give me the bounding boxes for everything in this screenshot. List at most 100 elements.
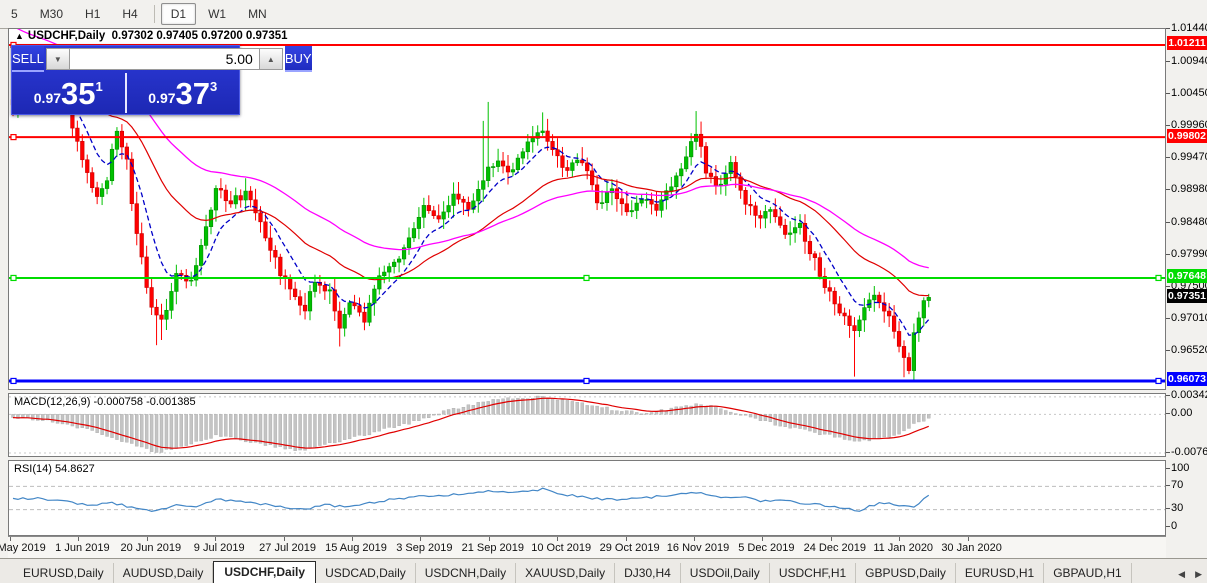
candle-body — [788, 233, 792, 235]
timeframe-button-m30[interactable]: M30 — [30, 3, 73, 25]
chart-tab-usdchf-h1[interactable]: USDCHF,H1 — [770, 563, 856, 583]
line-handle-left[interactable] — [11, 378, 16, 383]
line-handle-right[interactable] — [1156, 378, 1161, 383]
candle-body — [684, 157, 688, 169]
macd-histogram-bar — [165, 414, 168, 449]
chart-tab-usdcnh-daily[interactable]: USDCNH,Daily — [416, 563, 516, 583]
chart-tab-usdcad-daily[interactable]: USDCAD,Daily — [316, 563, 416, 583]
macd-histogram-bar — [333, 414, 336, 443]
candle-body — [204, 227, 208, 246]
chart-tab-usdchf-daily[interactable]: USDCHF,Daily — [213, 561, 316, 583]
candle-body — [422, 205, 426, 217]
candle-body — [902, 346, 906, 357]
macd-histogram-bar — [195, 414, 198, 441]
lot-increase-button[interactable]: ▲ — [259, 48, 283, 70]
tab-scroll-left-icon[interactable]: ◀ — [1173, 565, 1190, 583]
macd-histogram-bar — [269, 414, 272, 444]
price-axis-tick — [1166, 350, 1170, 351]
macd-histogram-bar — [888, 414, 891, 437]
macd-histogram-bar — [794, 414, 797, 427]
lot-size-input[interactable] — [70, 48, 259, 70]
timeframe-button-d1[interactable]: D1 — [161, 3, 196, 25]
macd-histogram-bar — [863, 414, 866, 440]
date-label: 15 Aug 2019 — [325, 542, 387, 554]
candle-body — [719, 184, 723, 185]
chart-tab-eurusd-h1[interactable]: EURUSD,H1 — [956, 563, 1044, 583]
lot-decrease-button[interactable]: ▼ — [46, 48, 70, 70]
buy-button[interactable]: BUY — [285, 46, 312, 72]
tab-scroll-right-icon[interactable]: ▶ — [1190, 565, 1207, 583]
collapse-triangle-icon[interactable]: ▲ — [15, 31, 24, 41]
chart-tab-eurusd-daily[interactable]: EURUSD,Daily — [14, 563, 114, 583]
date-label: 24 Dec 2019 — [804, 542, 866, 554]
candle-body — [328, 290, 332, 291]
candle-body — [749, 204, 753, 206]
timeframe-button-5[interactable]: 5 — [1, 3, 28, 25]
chart-tab-gbpusd-daily[interactable]: GBPUSD,Daily — [856, 563, 956, 583]
toolbar-separator — [154, 5, 155, 23]
line-handle-mid[interactable] — [584, 275, 589, 280]
rsi-axis-label: 0 — [1171, 520, 1177, 532]
sell-price-display[interactable]: 0.97351 — [12, 72, 125, 114]
timeframe-button-h1[interactable]: H1 — [75, 3, 110, 25]
price-axis-label: 0.98980 — [1171, 183, 1207, 195]
macd-histogram-bar — [432, 414, 435, 415]
macd-histogram-bar — [86, 414, 89, 428]
candle-body — [774, 210, 778, 217]
line-handle-left[interactable] — [11, 275, 16, 280]
candle-body — [699, 134, 703, 146]
candle-body — [531, 138, 535, 141]
macd-histogram-bar — [675, 407, 678, 415]
macd-histogram-bar — [917, 414, 920, 422]
candle-body — [541, 131, 545, 133]
sell-button[interactable]: SELL — [12, 46, 44, 72]
timeframe-button-w1[interactable]: W1 — [198, 3, 236, 25]
chart-tab-dj30-h4[interactable]: DJ30,H4 — [615, 563, 681, 583]
candle-body — [793, 228, 797, 233]
line-handle-mid[interactable] — [584, 378, 589, 383]
macd-histogram-bar — [101, 414, 104, 434]
buy-price-display[interactable]: 0.97373 — [127, 72, 240, 114]
candle-body — [417, 217, 421, 228]
candle-body — [343, 314, 347, 328]
timeframe-button-mn[interactable]: MN — [238, 3, 277, 25]
price-level-tag-0.96073: 0.96073 — [1167, 372, 1207, 386]
macd-histogram-bar — [507, 398, 510, 415]
line-handle-left[interactable] — [11, 135, 16, 140]
chart-tab-xauusd-daily[interactable]: XAUUSD,Daily — [516, 563, 615, 583]
candle-body — [298, 297, 302, 306]
macd-histogram-bar — [521, 398, 524, 414]
chart-tab-gbpaud-h1[interactable]: GBPAUD,H1 — [1044, 563, 1131, 583]
candle-body — [907, 358, 911, 371]
candle-body — [848, 316, 852, 326]
candle-body — [224, 190, 228, 201]
macd-histogram-bar — [279, 414, 282, 446]
chart-tab-usdoil-daily[interactable]: USDOil,Daily — [681, 563, 770, 583]
macd-histogram-bar — [655, 412, 658, 415]
candle-body — [427, 205, 431, 210]
macd-histogram-bar — [591, 406, 594, 415]
macd-histogram-bar — [338, 414, 341, 442]
candle-body — [353, 303, 357, 306]
candle-body — [120, 131, 124, 147]
chart-tab-audusd-daily[interactable]: AUDUSD,Daily — [114, 563, 214, 583]
macd-histogram-bar — [705, 406, 708, 414]
line-handle-right[interactable] — [1156, 275, 1161, 280]
timeframe-button-h4[interactable]: H4 — [112, 3, 147, 25]
candle-body — [110, 149, 114, 180]
candle-body — [170, 291, 174, 310]
price-axis: 1.014401.009401.004500.999600.994700.989… — [1166, 28, 1207, 390]
candle-body — [239, 196, 243, 200]
price-axis-label: 1.00940 — [1171, 55, 1207, 67]
macd-histogram-bar — [818, 414, 821, 435]
macd-histogram-bar — [363, 414, 366, 435]
candle-body — [90, 173, 94, 188]
macd-histogram-bar — [799, 414, 802, 428]
candle-body — [670, 187, 674, 191]
candle-body — [877, 295, 881, 303]
candle-body — [274, 250, 278, 257]
rsi-axis-tick — [1166, 468, 1170, 469]
macd-histogram-bar — [784, 414, 787, 426]
candle-body — [214, 188, 218, 210]
chart-title: ▲USDCHF,Daily 0.97302 0.97405 0.97200 0.… — [15, 30, 288, 42]
